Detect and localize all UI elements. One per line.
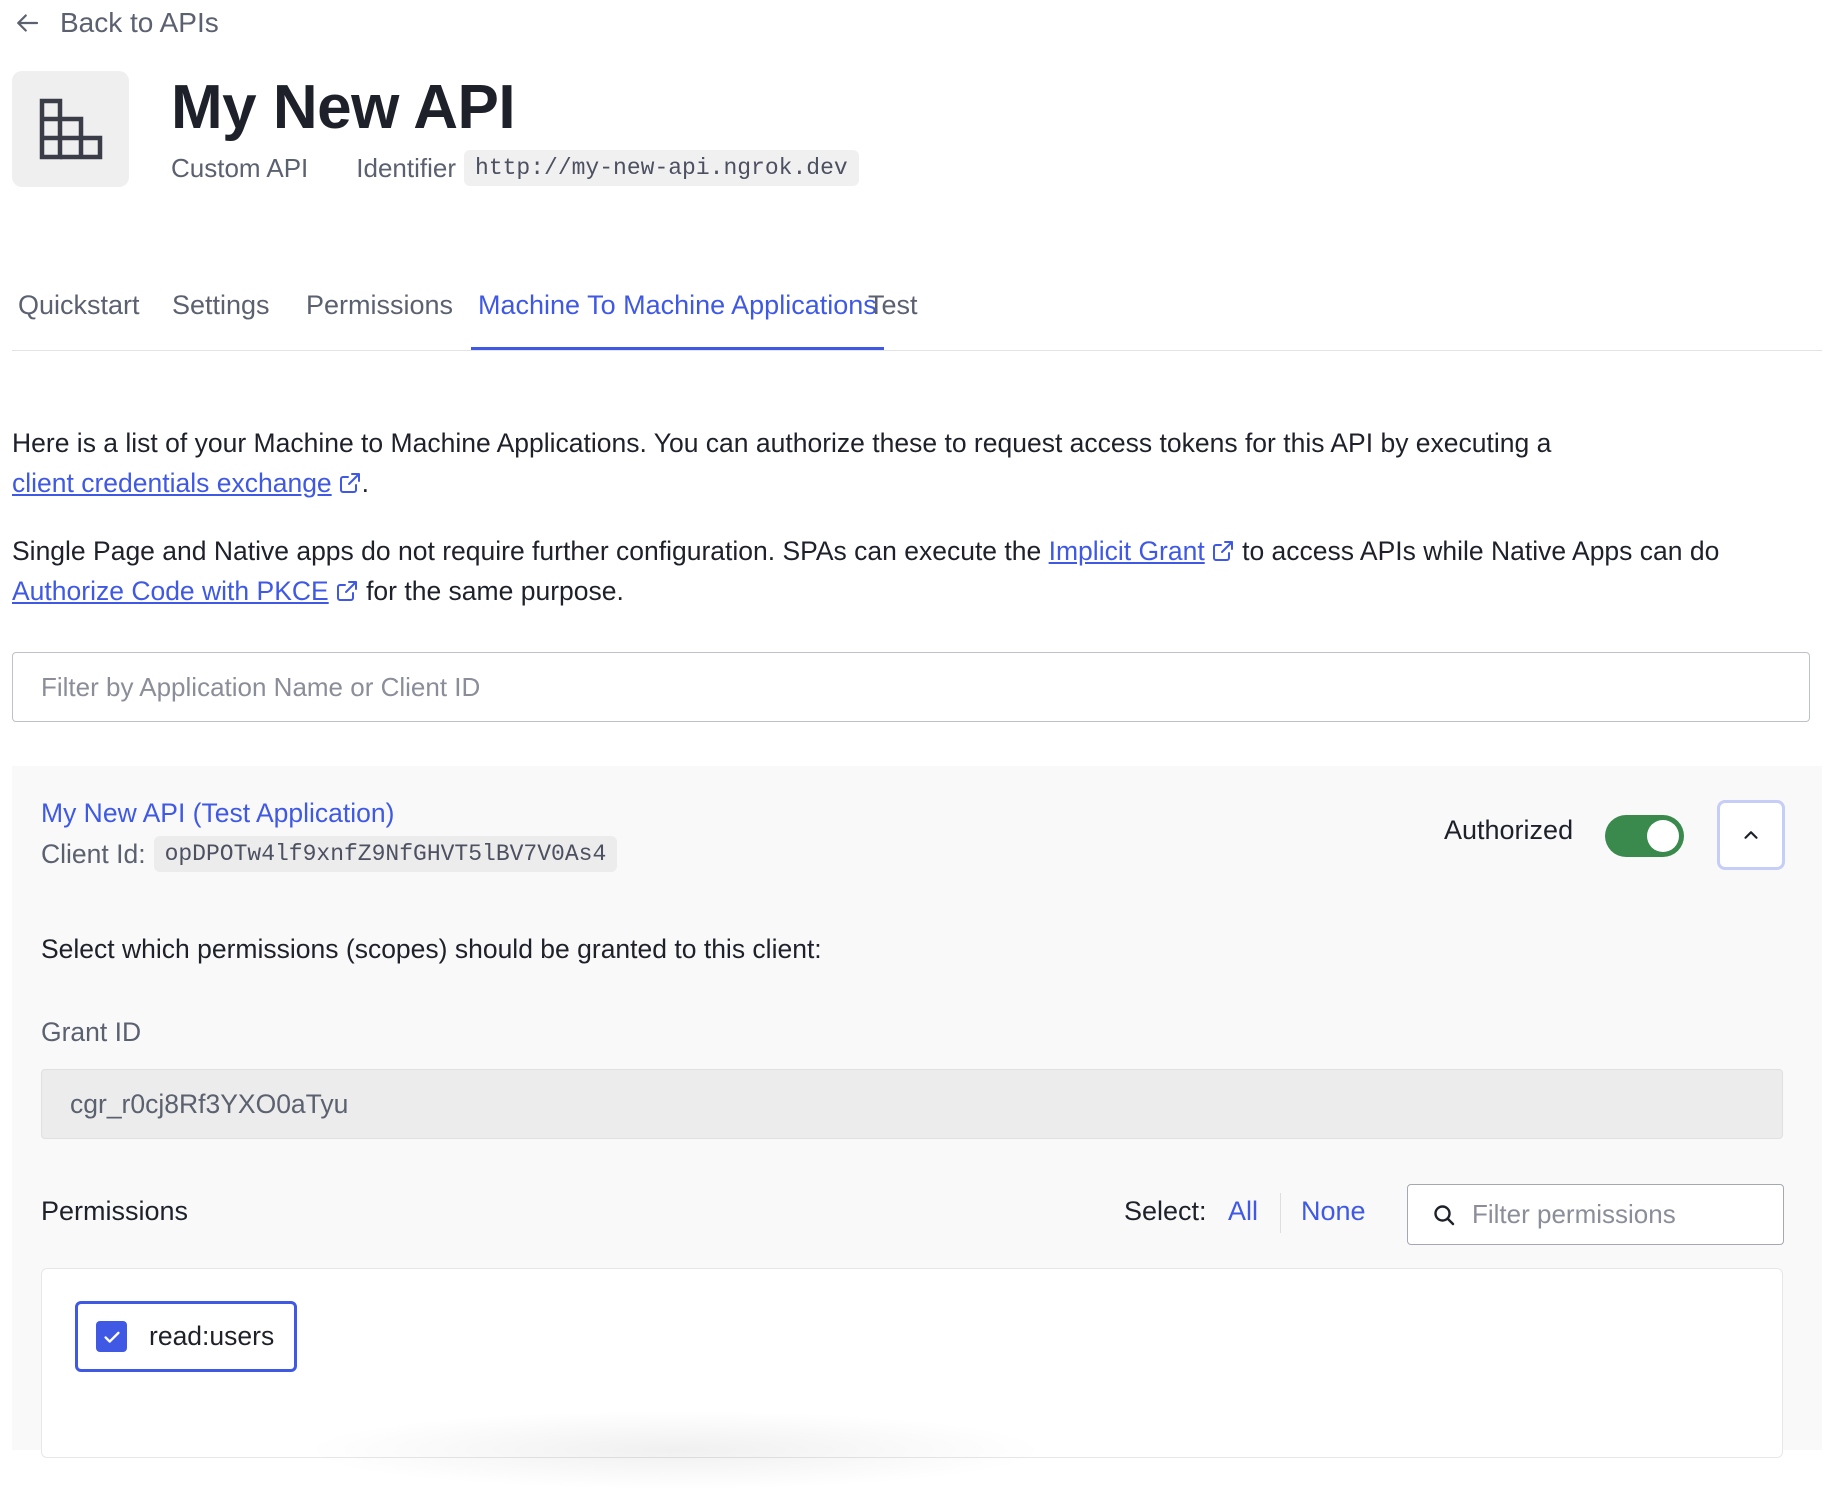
application-name-link[interactable]: My New API (Test Application) [41,798,394,829]
permission-item-read-users[interactable]: read:users [75,1301,297,1372]
application-filter-input[interactable] [12,652,1810,722]
authorize-code-pkce-link[interactable]: Authorize Code with PKCE [12,576,359,606]
permission-filter[interactable] [1407,1184,1784,1245]
toggle-knob [1647,820,1679,852]
api-icon-box [12,71,129,187]
intro-p1-text: Here is a list of your Machine to Machin… [12,428,1552,458]
external-link-icon [339,473,360,493]
permission-checkbox[interactable] [96,1321,127,1352]
search-icon [1434,1204,1455,1225]
select-divider [1280,1193,1281,1233]
identifier-value: http://my-new-api.ngrok.dev [464,150,859,186]
api-type: Custom API [171,152,309,183]
authorized-toggle[interactable] [1605,815,1684,857]
grant-id-field[interactable]: cgr_r0cj8Rf3YXO0aTyu [41,1069,1783,1139]
implicit-grant-link[interactable]: Implicit Grant [1049,536,1235,566]
intro-p2-text-before: Single Page and Native apps do not requi… [12,536,1042,566]
external-link-icon [336,581,357,601]
intro-paragraph-2: Single Page and Native apps do not requi… [12,531,1812,611]
arrow-left-icon [17,14,39,32]
api-meta: Custom API Identifier http://my-new-api.… [171,150,859,186]
back-to-apis-link[interactable]: Back to APIs [12,4,219,42]
tab-bar: Quickstart Settings Permissions Machine … [12,282,1822,351]
grant-id-label: Grant ID [41,1017,142,1047]
permission-name: read:users [149,1321,275,1351]
client-credentials-exchange-link[interactable]: client credentials exchange [12,468,362,498]
tab-machine-to-machine-applications[interactable]: Machine To Machine Applications [471,282,884,350]
intro-paragraph-1: Here is a list of your Machine to Machin… [12,423,1812,503]
client-id-value: opDPOTw4lf9xnfZ9NfGHVT5lBV7V0As4 [153,836,618,872]
bottom-shadow [300,1410,1050,1490]
client-id-label: Client Id: [41,838,146,869]
permission-filter-input[interactable] [1470,1198,1774,1231]
chevron-up-icon [1744,831,1758,839]
select-all-button[interactable]: All [1228,1196,1258,1227]
external-link-icon [1212,541,1233,561]
intro-p2-text-end: for the same purpose. [366,576,624,606]
select-label: Select: [1124,1196,1207,1226]
page-title: My New API [171,73,516,142]
client-id-row: Client Id: opDPOTw4lf9xnfZ9NfGHVT5lBV7V0… [41,836,618,872]
tab-permissions[interactable]: Permissions [306,282,453,348]
building-icon [39,98,102,160]
check-icon [103,1331,120,1343]
scopes-instruction: Select which permissions (scopes) should… [41,934,822,964]
tab-quickstart[interactable]: Quickstart [18,282,140,348]
collapse-button[interactable] [1717,800,1785,870]
intro-p1-end: . [361,468,370,498]
select-none-button[interactable]: None [1301,1196,1366,1227]
back-link-label: Back to APIs [60,7,219,38]
permissions-title: Permissions [41,1196,189,1226]
tab-test[interactable]: Test [868,282,918,348]
tab-settings[interactable]: Settings [172,282,270,348]
intro-p2-text-middle: to access APIs while Native Apps can do [1242,536,1720,566]
identifier-label: Identifier [356,152,457,183]
authorized-label: Authorized [1444,815,1574,845]
